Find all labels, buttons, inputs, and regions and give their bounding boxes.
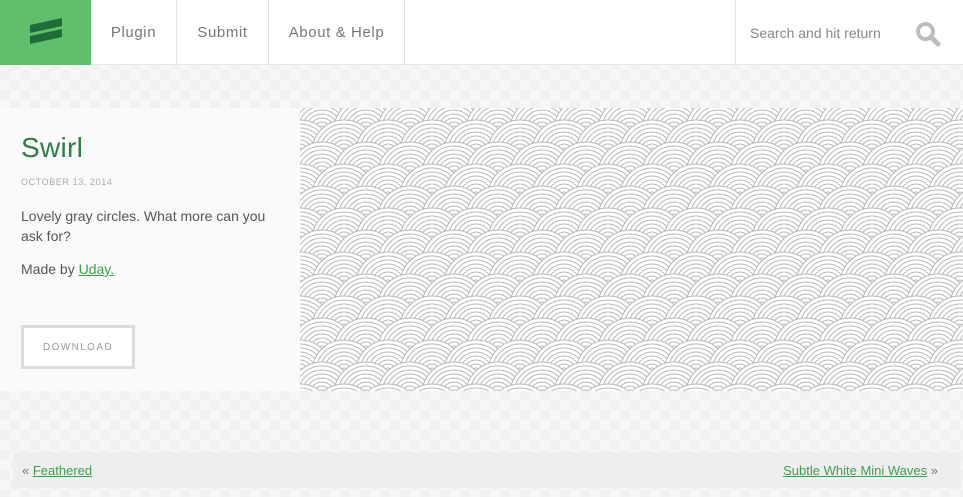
prev-arrow: « (22, 462, 30, 478)
pattern-description: Lovely gray circles. What more can you a… (21, 208, 266, 244)
swirl-pattern-image (300, 108, 963, 391)
download-button[interactable]: DOWNLOAD (21, 325, 135, 369)
prev-pattern-link[interactable]: Feathered (33, 463, 92, 478)
top-bar: Plugin Submit About & Help (0, 0, 963, 65)
nav-submit[interactable]: Submit (177, 0, 269, 65)
pattern-title: Swirl (21, 132, 84, 163)
nav-submit-label: Submit (197, 24, 248, 41)
nav-about-help-label: About & Help (288, 24, 385, 41)
made-by: Made by Uday. (21, 261, 114, 277)
nav-plugin[interactable]: Plugin (91, 0, 177, 65)
pagination-bar: « Feathered Subtle White Mini Waves » (13, 452, 961, 488)
logo-icon (29, 17, 62, 44)
author-link[interactable]: Uday. (79, 261, 115, 277)
nav-plugin-label: Plugin (110, 24, 157, 41)
made-by-prefix: Made by (21, 261, 79, 277)
pattern-date: OCTOBER 13, 2014 (21, 177, 113, 187)
download-label: DOWNLOAD (42, 341, 114, 353)
pattern-preview (300, 108, 963, 391)
search-input[interactable] (750, 24, 910, 41)
prev-pattern: « Feathered (22, 463, 92, 478)
next-pattern-link[interactable]: Subtle White Mini Waves (783, 463, 927, 478)
site-logo[interactable] (0, 0, 91, 65)
nav-about-help[interactable]: About & Help (269, 0, 405, 65)
search-icon[interactable] (915, 21, 941, 52)
search-box (735, 0, 963, 65)
next-pattern: Subtle White Mini Waves » (783, 463, 938, 478)
next-arrow: » (930, 462, 938, 478)
